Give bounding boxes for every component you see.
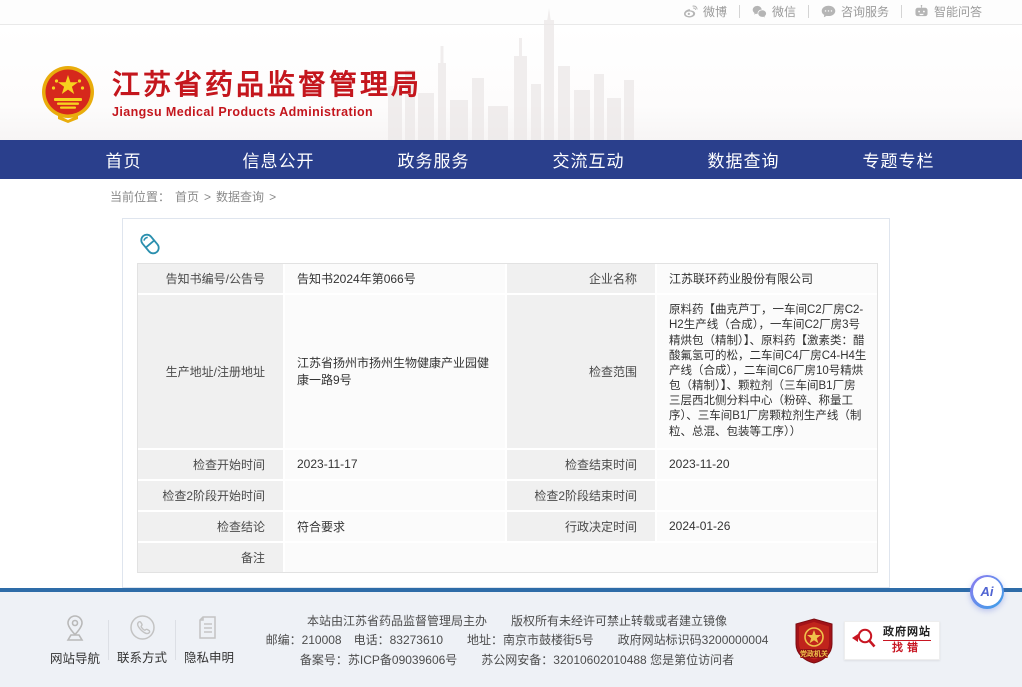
field-label-phase2-end: 检查2阶段结束时间 [507,481,657,512]
main-nav: 首页 信息公开 政务服务 交流互动 数据查询 专题专栏 [0,140,1022,179]
footer-legal-text: 本站由江苏省药品监督管理局主办 版权所有未经许可禁止转载或者建立镜像 邮编：21… [240,610,794,671]
divider [108,620,109,660]
breadcrumb-prefix: 当前位置： [110,188,170,205]
footer-link-sitemap[interactable]: 网站导航 [44,614,106,667]
field-value-phase2-end [657,481,877,512]
badge-error-line1: 政府网站 [883,626,931,641]
nav-item-info-disclosure[interactable]: 信息公开 [201,140,356,179]
field-label-address: 生产地址/注册地址 [138,295,285,450]
field-label-decision-date: 行政决定时间 [507,512,657,543]
footer-link-contact[interactable]: 联系方式 [111,614,173,666]
footer-quick-links: 网站导航 联系方式 隐私申明 [44,614,240,667]
table-row: 检查开始时间 2023-11-17 检查结束时间 2023-11-20 [138,450,877,481]
brand-text: 江苏省药品监督管理局 Jiangsu Medical Products Admi… [112,68,422,119]
field-value-address: 江苏省扬州市扬州生物健康产业园健康一路9号 [285,295,507,450]
field-label-inspection-end: 检查结束时间 [507,450,657,481]
site-header: 江苏省药品监督管理局 Jiangsu Medical Products Admi… [0,25,1022,141]
footer-link-privacy[interactable]: 隐私申明 [178,614,240,666]
weibo-icon [683,5,698,18]
table-row: 检查结论 符合要求 行政决定时间 2024-01-26 [138,512,877,543]
field-value-conclusion: 符合要求 [285,512,507,543]
table-row: 告知书编号/公告号 告知书2024年第066号 企业名称 江苏联环药业股份有限公… [138,264,877,295]
nav-item-data-query[interactable]: 数据查询 [666,140,821,179]
field-label-remarks: 备注 [138,543,285,572]
footer-link-label: 联系方式 [117,647,167,666]
breadcrumb-link-data-query[interactable]: 数据查询 [216,188,264,205]
footer-line-icp: 备案号：苏ICP备09039606号 苏公网安备：32010602010488 … [240,651,794,671]
document-icon [196,614,222,641]
table-row: 生产地址/注册地址 江苏省扬州市扬州生物健康产业园健康一路9号 检查范围 原料药… [138,295,877,450]
table-row: 检查2阶段开始时间 检查2阶段结束时间 [138,481,877,512]
topbar-item-smart-qa[interactable]: 智能问答 [902,3,994,20]
phone-icon [129,614,156,641]
party-gov-badge[interactable]: 党政机关 [794,618,834,664]
footer-badges: 党政机关 政府网站 找错 [794,618,940,664]
footer-link-label: 网站导航 [50,648,100,667]
breadcrumb: 当前位置： 首页 > 数据查询 > [0,179,1022,212]
topbar-item-weibo[interactable]: 微博 [671,3,739,20]
footer-line-contact: 邮编：210008 电话：83273610 地址：南京市鼓楼街5号 政府网站标识… [240,631,794,651]
field-value-inspection-scope: 原料药【曲克芦丁，一车间C2厂房C2-H2生产线（合成），一车间C2厂房3号精烘… [657,295,877,450]
field-label-company-name: 企业名称 [507,264,657,295]
field-label-inspection-start: 检查开始时间 [138,450,285,481]
table-row: 备注 [138,543,877,572]
national-emblem-logo [40,65,96,123]
capsule-pill-icon [137,231,163,257]
ai-assistant-label: Ai [973,577,1002,606]
svg-text:党政机关: 党政机关 [800,649,828,658]
location-pin-icon [62,614,88,642]
topbar-item-consult[interactable]: 咨询服务 [809,3,901,20]
pill-icon-wrap [137,229,875,263]
field-label-phase2-start: 检查2阶段开始时间 [138,481,285,512]
topbar-item-label: 智能问答 [934,3,982,20]
inspection-detail-card: 告知书编号/公告号 告知书2024年第066号 企业名称 江苏联环药业股份有限公… [122,218,890,588]
footer: Ai 网站导航 联系方式 隐私申明 [0,588,1022,687]
wechat-icon [752,5,767,18]
magnifier-icon [851,626,877,655]
nav-item-special-topics[interactable]: 专题专栏 [821,140,976,179]
badge-error-text: 政府网站 找错 [883,626,931,655]
nav-item-gov-services[interactable]: 政务服务 [356,140,511,179]
topbar-item-label: 微博 [703,3,727,20]
site-title: 江苏省药品监督管理局 [112,68,422,102]
divider [175,620,176,660]
footer-line-host: 本站由江苏省药品监督管理局主办 版权所有未经许可禁止转载或者建立镜像 [240,612,794,632]
field-value-phase2-start [285,481,507,512]
badge-error-line2: 找错 [892,642,922,655]
breadcrumb-link-home[interactable]: 首页 [175,188,199,205]
field-value-notice-number: 告知书2024年第066号 [285,264,507,295]
field-label-conclusion: 检查结论 [138,512,285,543]
field-value-company-name: 江苏联环药业股份有限公司 [657,264,877,295]
robot-icon [914,5,929,18]
main-content: 当前位置： 首页 > 数据查询 > 告知书编号/公告号 [0,179,1022,588]
ai-assistant-button[interactable]: Ai [970,575,1004,609]
field-label-notice-number: 告知书编号/公告号 [138,264,285,295]
inspection-detail-table: 告知书编号/公告号 告知书2024年第066号 企业名称 江苏联环药业股份有限公… [137,263,878,573]
field-value-inspection-start: 2023-11-17 [285,450,507,481]
nav-item-interaction[interactable]: 交流互动 [511,140,666,179]
topbar-item-label: 咨询服务 [841,3,889,20]
site-subtitle: Jiangsu Medical Products Administration [112,105,422,119]
city-skyline-decoration [388,8,638,140]
breadcrumb-separator: > [269,190,276,204]
breadcrumb-separator: > [204,190,211,204]
field-label-inspection-scope: 检查范围 [507,295,657,450]
field-value-inspection-end: 2023-11-20 [657,450,877,481]
topbar-item-wechat[interactable]: 微信 [740,3,808,20]
footer-link-label: 隐私申明 [184,647,234,666]
gov-site-error-report-badge[interactable]: 政府网站 找错 [844,621,940,660]
page: 微博 微信 咨询服务 智能问答 [0,0,1022,687]
chat-bubble-icon [821,5,836,18]
field-value-decision-date: 2024-01-26 [657,512,877,543]
nav-item-home[interactable]: 首页 [46,140,201,179]
brand: 江苏省药品监督管理局 Jiangsu Medical Products Admi… [40,65,422,123]
field-value-remarks [285,543,877,572]
topbar-item-label: 微信 [772,3,796,20]
